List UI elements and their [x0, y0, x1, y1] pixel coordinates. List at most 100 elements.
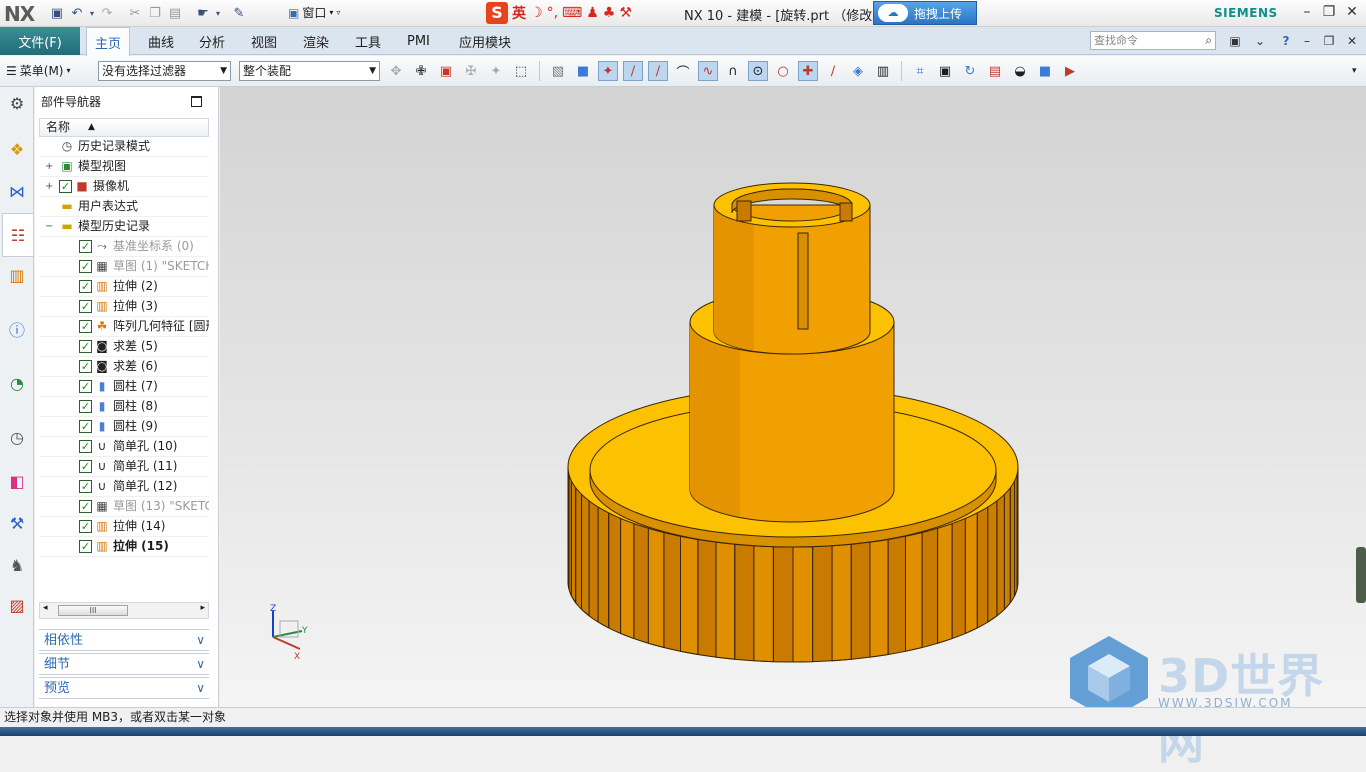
doc-close-icon[interactable]: ✕ — [1343, 32, 1361, 50]
web-browser-icon[interactable]: ◔ — [5, 371, 29, 395]
repeat-command-icon[interactable]: ✎ — [230, 4, 248, 22]
constraint-navigator-icon[interactable]: ⋈ — [5, 179, 29, 203]
user-icon[interactable]: ♟ — [586, 5, 599, 21]
wrench-icon[interactable]: ⚒ — [619, 5, 632, 21]
tree-node[interactable]: − ▬ 模型历史记录 — [39, 217, 209, 237]
arc-snap-icon[interactable]: ⌒ — [673, 61, 693, 81]
tab-applications[interactable]: 应用模块 — [451, 27, 519, 55]
edit-section-icon[interactable]: ■ — [1035, 61, 1055, 81]
tree-node[interactable]: ✓ ⤳ 基准坐标系 (0) — [39, 237, 209, 257]
general-selection-icon[interactable]: ✥ — [386, 61, 406, 81]
part-navigator-icon[interactable]: ☷ — [2, 213, 33, 257]
sogou-logo-icon[interactable]: S — [486, 2, 508, 24]
curve-snap-icon[interactable]: ∕ — [623, 61, 643, 81]
assembly-scope-select[interactable]: 整个装配 ▼ — [239, 61, 380, 81]
keyboard-icon[interactable]: ⌨ — [562, 5, 582, 21]
doc-restore-icon[interactable]: ❐ — [1320, 32, 1338, 50]
tree-node[interactable]: ▬ 用户表达式 — [39, 197, 209, 217]
palette-icon[interactable]: ◧ — [5, 469, 29, 493]
restore-icon[interactable]: ❐ — [1320, 4, 1338, 20]
punctuation-icon[interactable]: °, — [547, 5, 558, 21]
side-handle[interactable] — [1356, 547, 1366, 603]
toolbar-overflow-icon[interactable]: ▾ — [1352, 66, 1357, 76]
tree-node[interactable]: ✓ ▥ 拉伸 (2) — [39, 277, 209, 297]
midpoint-snap-icon[interactable]: ∕ — [823, 61, 843, 81]
visibility-checkbox[interactable]: ✓ — [79, 520, 92, 533]
orient-view-icon[interactable]: ▤ — [985, 61, 1005, 81]
visibility-checkbox[interactable]: ✓ — [79, 280, 92, 293]
copy-icon[interactable]: ❐ — [146, 4, 164, 22]
tree-node[interactable]: + ✓ ■ 摄像机 — [39, 177, 209, 197]
visibility-checkbox[interactable]: ✓ — [79, 320, 92, 333]
tree-node[interactable]: ✓ ▮ 圆柱 (8) — [39, 397, 209, 417]
window-menu[interactable]: ▣ 窗口 ▾ ▿ — [288, 4, 340, 21]
visibility-checkbox[interactable]: ✓ — [79, 260, 92, 273]
tab-analysis[interactable]: 分析 — [191, 27, 233, 55]
tab-pmi[interactable]: PMI — [399, 27, 438, 55]
graphics-window[interactable]: Z Y X — [220, 87, 1366, 707]
expand-icon[interactable]: + — [45, 157, 55, 176]
touch-mode-icon[interactable]: ☛ — [194, 4, 212, 22]
visibility-checkbox[interactable]: ✓ — [79, 440, 92, 453]
command-search-input[interactable]: 查找命令 ⌕ — [1090, 31, 1216, 50]
intersection-snap-icon[interactable]: ✚ — [798, 61, 818, 81]
save-icon[interactable]: ▣ — [48, 4, 66, 22]
tree-node[interactable]: ✓ ◙ 求差 (5) — [39, 337, 209, 357]
visibility-checkbox[interactable]: ✓ — [79, 300, 92, 313]
tab-render[interactable]: 渲染 — [295, 27, 337, 55]
paste-icon[interactable]: ▤ — [166, 4, 184, 22]
scroll-right-icon[interactable]: ▸ — [200, 603, 205, 613]
tree-node[interactable]: ✓ ◙ 求差 (6) — [39, 357, 209, 377]
moon-icon[interactable]: ☽ — [530, 5, 543, 21]
center-snap-icon[interactable]: ⊙ — [748, 61, 768, 81]
scroll-thumb[interactable]: III — [58, 605, 128, 616]
ribbon-options-icon[interactable]: ▣ — [1226, 32, 1244, 50]
face-snap-icon[interactable]: ◈ — [848, 61, 868, 81]
visibility-checkbox[interactable]: ✓ — [79, 460, 92, 473]
touch-mode-dropdown-icon[interactable]: ▾ — [214, 4, 222, 22]
visibility-checkbox[interactable]: ✓ — [79, 420, 92, 433]
tree-node[interactable]: ✓ ∪ 简单孔 (12) — [39, 477, 209, 497]
maximize-icon[interactable] — [191, 96, 202, 107]
zoom-icon[interactable]: ▣ — [935, 61, 955, 81]
redo-icon[interactable]: ↷ — [98, 4, 116, 22]
tree-node[interactable]: ◷ 历史记录模式 — [39, 137, 209, 157]
visibility-checkbox[interactable]: ✓ — [79, 400, 92, 413]
settings-icon[interactable]: ⚙ — [5, 91, 29, 115]
tree-node[interactable]: ✓ ☘ 阵列几何特征 [圆形 — [39, 317, 209, 337]
name-column-header[interactable]: 名称 ▲ — [39, 118, 209, 137]
visibility-checkbox[interactable]: ✓ — [79, 360, 92, 373]
rotate-icon[interactable]: ↻ — [960, 61, 980, 81]
history-icon[interactable]: ◷ — [5, 425, 29, 449]
file-tab[interactable]: 文件(F) — [0, 27, 80, 55]
panel-dependencies[interactable]: 相依性 ∨ — [39, 629, 209, 651]
collapse-icon[interactable]: − — [45, 217, 55, 236]
visibility-checkbox[interactable]: ✓ — [79, 500, 92, 513]
menu-button[interactable]: ☰ 菜单(M) ▾ — [6, 62, 71, 79]
selection-filter-select[interactable]: 没有选择过滤器 ▼ — [98, 61, 231, 81]
chevron-down-icon[interactable]: ⌄ — [1251, 32, 1269, 50]
quadrant-snap-icon[interactable]: ○ — [773, 61, 793, 81]
undo-icon[interactable]: ↶ — [68, 4, 86, 22]
visibility-checkbox[interactable]: ✓ — [79, 340, 92, 353]
minimize-icon[interactable]: – — [1298, 4, 1316, 20]
horizontal-scrollbar[interactable]: ◂ III ▸ — [39, 602, 209, 619]
tab-home[interactable]: 主页 — [86, 27, 131, 56]
bounded-grid-icon[interactable]: ▥ — [873, 61, 893, 81]
assembly-navigator-icon[interactable]: ❖ — [5, 137, 29, 161]
customize-icon[interactable]: ▿ — [336, 8, 340, 17]
upload-button[interactable]: ☁ 拖拽上传 — [873, 1, 977, 25]
undo-dropdown-icon[interactable]: ▾ — [88, 4, 96, 22]
panel-preview[interactable]: 预览 ∨ — [39, 677, 209, 699]
skin-icon[interactable]: ♣ — [603, 5, 616, 21]
cut-icon[interactable]: ✂ — [126, 4, 144, 22]
roles-icon[interactable]: ♞ — [5, 553, 29, 577]
tree-node[interactable]: ✓ ▦ 草图 (13) "SKETC — [39, 497, 209, 517]
close-icon[interactable]: ✕ — [1343, 4, 1361, 20]
ime-mode-label[interactable]: 英 — [512, 3, 526, 23]
tree-node[interactable]: ✓ ▥ 拉伸 (14) — [39, 517, 209, 537]
tree-node[interactable]: ✓ ▮ 圆柱 (9) — [39, 417, 209, 437]
visibility-checkbox[interactable]: ✓ — [79, 480, 92, 493]
scroll-left-icon[interactable]: ◂ — [43, 603, 48, 613]
select-feature-icon[interactable]: ▣ — [436, 61, 456, 81]
